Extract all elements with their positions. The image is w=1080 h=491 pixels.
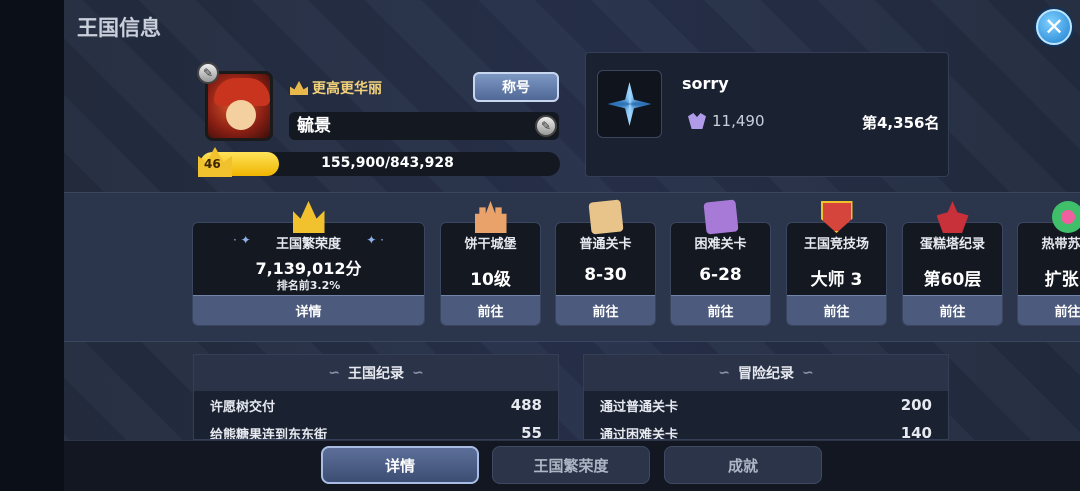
title-badge: 更高更华丽 [290,78,382,98]
kingdom-info-screen: 王国信息 ✕ ✎ 更高更华丽 称号 毓景 ✎ 46 155,900/843,92… [0,0,1080,491]
stat-card-hard-stage: 困难关卡 6-28 前往 [670,199,771,326]
stat-value: 第60层 [923,270,982,290]
record-row: 许愿树交付 488 [194,391,558,419]
title-button[interactable]: 称号 [473,72,559,102]
stat-action-button[interactable]: 前往 [787,295,886,325]
tab-details[interactable]: 详情 [321,446,479,484]
stat-value: 大师 3 [810,270,863,290]
kingdom-name: 毓景 [297,116,331,136]
record-label: 通过普通关卡 [600,399,679,415]
stat-label: 王国繁荣度 [275,237,341,252]
guild-rank: 第4,356名 [862,114,940,132]
guild-points-value: 11,490 [712,112,765,130]
stat-action-button[interactable]: 前往 [671,295,770,325]
page-title: 王国信息 [77,16,161,40]
record-value: 488 [510,396,542,414]
stat-action-button[interactable]: 前往 [441,295,540,325]
swirl-icon: ∽ [412,365,424,381]
stat-action-button[interactable]: 前往 [903,295,1002,325]
stat-value: 10级 [470,270,511,290]
edit-avatar-icon[interactable]: ✎ [197,62,219,84]
stat-card-cake-tower: 蛋糕塔纪录 第60层 前往 [902,201,1003,326]
stat-card-arena: 王国竞技场 大师 3 前往 [786,201,887,326]
record-row: 通过普通关卡 200 [584,391,948,419]
record-value: 140 [900,424,932,440]
record-label: 许愿树交付 [210,399,276,415]
kingdom-record-title: 王国纪录 [348,366,404,382]
kingdom-record-panel: ∽ 王国纪录 ∽ 许愿树交付 488 给熊糖果连到东东街 55 [193,354,559,440]
stat-label: 热带苏打 [1041,237,1080,252]
arena-shield-icon [820,201,853,233]
adventure-record-title: 冒险纪录 [738,366,794,382]
adventure-record-panel: ∽ 冒险纪录 ∽ 通过普通关卡 200 通过困难关卡 140 [583,354,949,440]
stat-value: 8-30 [584,265,627,285]
record-row: 通过困难关卡 140 [584,419,948,440]
guild-points-icon [688,113,706,129]
castle-badge-icon [290,81,308,95]
record-label: 给熊糖果连到东东街 [210,427,328,440]
stat-value: 扩张5 [1044,270,1080,290]
stat-action-button[interactable]: 前往 [556,295,655,325]
stat-label: 王国竞技场 [803,237,869,252]
swirl-icon: ∽ [328,365,340,381]
record-value: 200 [900,396,932,414]
guild-name: sorry [682,74,729,93]
stat-card-tropical-soda: 热带苏打 扩张5 前往 [1017,201,1080,326]
record-label: 通过困难关卡 [600,427,679,440]
kingdom-record-header: ∽ 王国纪录 ∽ [194,355,558,391]
guild-emblem-icon [597,70,662,138]
swirl-icon: ∽ [718,365,730,381]
swirl-icon: ∽ [802,365,814,381]
tab-achievements[interactable]: 成就 [664,446,822,484]
hard-map-icon [702,199,739,235]
stat-label: 困难关卡 [694,237,747,252]
record-value: 55 [521,424,542,440]
stat-value: 7,139,012分 [255,259,362,278]
level-number: 46 [204,157,221,171]
kingdom-name-field: 毓景 [289,112,559,140]
close-icon[interactable]: ✕ [1036,9,1072,45]
record-row: 给熊糖果连到东东街 55 [194,419,558,440]
tab-prosperity[interactable]: 王国繁荣度 [492,446,650,484]
stat-label: 普通关卡 [579,237,632,252]
title-badge-label: 更高更华丽 [312,81,382,97]
guild-points: 11,490 [688,112,765,130]
cookie-avatar-icon[interactable] [205,71,273,141]
edit-name-icon[interactable]: ✎ [535,115,557,137]
stat-card-normal-stage: 普通关卡 8-30 前往 [555,199,656,326]
stat-action-button[interactable]: 详情 [193,295,424,325]
tropical-icon [1051,201,1080,233]
stat-value: 6-28 [699,265,742,285]
map-icon [587,199,624,235]
stat-label: 蛋糕塔纪录 [919,237,985,252]
stat-card-prosperity: · ✦ ✦ · 王国繁荣度 7,139,012分 排名前3.2% 详情 [192,201,425,326]
stat-action-button[interactable]: 前往 [1018,295,1080,325]
stat-label: 饼干城堡 [464,237,517,252]
stat-sub: 排名前3.2% [276,279,341,292]
adventure-record-header: ∽ 冒险纪录 ∽ [584,355,948,391]
exp-text: 155,900/843,928 [321,155,454,171]
stat-card-castle: 饼干城堡 10级 前往 [440,201,541,326]
